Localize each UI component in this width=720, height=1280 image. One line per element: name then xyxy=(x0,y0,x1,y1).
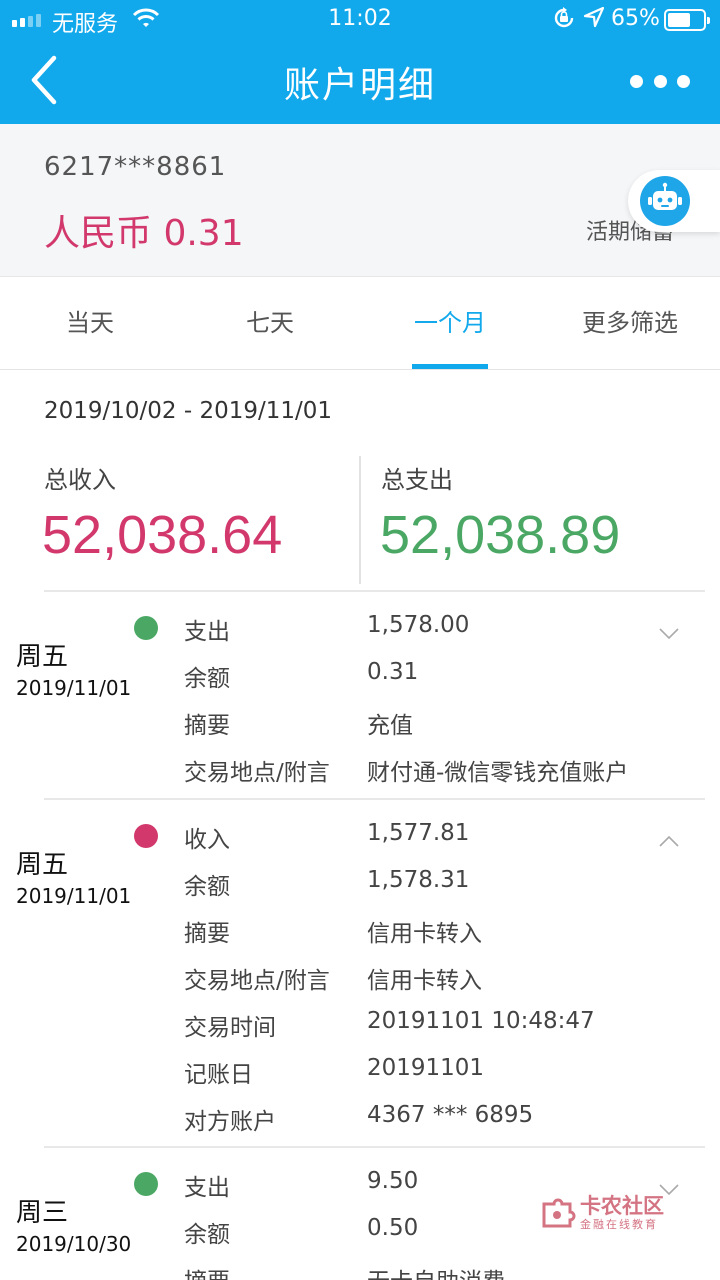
row-label: 交易时间 xyxy=(184,1015,276,1041)
account-balance: 人民币 0.31 xyxy=(44,213,244,254)
row-value: 无卡自助消费 xyxy=(367,1262,505,1280)
row-value: 1,578.31 xyxy=(367,867,470,893)
tab-label: 当天 xyxy=(66,309,114,337)
row-value: 充值 xyxy=(367,713,413,739)
record-row: 交易地点/附言 财付通-微信零钱充值账户 xyxy=(0,753,720,793)
total-expense-label: 总支出 xyxy=(381,466,453,494)
row-label: 支出 xyxy=(184,619,230,645)
record-row: 交易时间 20191101 10:48:47 xyxy=(0,1008,720,1048)
account-header: 6217***8861 人民币 0.31 活期储蓄 xyxy=(0,124,720,276)
record-row: 支出 1,578.00 xyxy=(0,612,720,652)
row-value: 20191101 xyxy=(367,1055,485,1081)
location-icon xyxy=(583,6,605,33)
tab-today[interactable]: 当天 xyxy=(0,277,180,369)
record-row: 记账日 20191101 xyxy=(0,1055,720,1095)
total-income-label: 总收入 xyxy=(44,466,116,494)
nav-bar: 账户明细 xyxy=(0,40,720,124)
tab-more-filters[interactable]: 更多筛选 xyxy=(540,277,720,369)
row-value: 0.31 xyxy=(367,659,419,685)
row-value: 0.50 xyxy=(367,1215,419,1241)
record-row: 摘要 无卡自助消费 xyxy=(0,1262,720,1280)
total-expense-value: 52,038.89 xyxy=(380,505,621,565)
row-label: 收入 xyxy=(184,827,230,853)
row-amount: 1,577.81 xyxy=(367,820,470,846)
row-label: 余额 xyxy=(184,666,230,692)
record-row: 摘要 信用卡转入 xyxy=(0,914,720,954)
record-divider xyxy=(44,1146,705,1148)
record-divider xyxy=(44,590,705,592)
row-label: 支出 xyxy=(184,1175,230,1201)
row-label: 交易地点/附言 xyxy=(184,760,330,786)
row-value: 4367 *** 6895 xyxy=(367,1102,534,1128)
row-value: 财付通-微信零钱充值账户 xyxy=(367,760,629,786)
robot-assistant-button[interactable] xyxy=(628,170,720,232)
tab-label: 七天 xyxy=(246,309,294,337)
record-row: 交易地点/附言 信用卡转入 xyxy=(0,961,720,1001)
row-label: 记账日 xyxy=(184,1062,253,1088)
tab-label: 一个月 xyxy=(414,309,486,337)
watermark-logo: 卡农社区 金融在线教育 xyxy=(540,1188,720,1238)
row-value: 20191101 10:48:47 xyxy=(367,1008,595,1034)
battery-icon xyxy=(664,9,710,31)
row-label: 余额 xyxy=(184,1222,230,1248)
record-row: 余额 1,578.31 xyxy=(0,867,720,907)
record-row: 余额 0.31 xyxy=(0,659,720,699)
transaction-record[interactable]: 周五 2019/11/01 收入 1,577.81 余额 1,578.31 摘要 信用… xyxy=(0,798,720,1148)
puzzle-logo-icon xyxy=(542,1198,576,1228)
record-divider xyxy=(44,798,705,800)
record-row: 收入 1,577.81 xyxy=(0,820,720,860)
tab-one-month[interactable]: 一个月 xyxy=(360,277,540,369)
transaction-record[interactable]: 周五 2019/11/01 支出 1,578.00 余额 0.31 摘要 充值 交易地… xyxy=(0,590,720,800)
row-label: 摘要 xyxy=(184,1262,230,1280)
active-tab-indicator xyxy=(412,364,488,369)
row-label: 摘要 xyxy=(184,713,230,739)
status-bar: 无服务 11:02 65% xyxy=(0,0,720,40)
page-title: 账户明细 xyxy=(283,65,436,106)
row-amount: 9.50 xyxy=(367,1168,419,1194)
total-income-value: 52,038.64 xyxy=(42,505,283,565)
tab-seven-days[interactable]: 七天 xyxy=(180,277,360,369)
record-row: 对方账户 4367 *** 6895 xyxy=(0,1102,720,1142)
summary-divider xyxy=(359,456,361,584)
watermark-slogan: 金融在线教育 xyxy=(580,1218,658,1231)
period-tabs: 当天 七天 一个月 更多筛选 xyxy=(0,276,720,370)
battery-percent: 65% xyxy=(611,6,660,31)
more-dots-icon[interactable] xyxy=(630,64,690,98)
row-label: 余额 xyxy=(184,874,230,900)
row-label: 摘要 xyxy=(184,921,230,947)
row-value: 信用卡转入 xyxy=(367,968,482,994)
row-label: 对方账户 xyxy=(184,1109,276,1135)
account-number: 6217***8861 xyxy=(44,152,227,182)
record-row: 摘要 充值 xyxy=(0,706,720,746)
rotation-lock-icon xyxy=(552,6,576,35)
row-label: 交易地点/附言 xyxy=(184,968,330,994)
robot-icon xyxy=(640,176,690,226)
row-amount: 1,578.00 xyxy=(367,612,470,638)
row-value: 信用卡转入 xyxy=(367,921,482,947)
tab-label: 更多筛选 xyxy=(582,309,678,337)
date-range: 2019/10/02 - 2019/11/01 xyxy=(44,398,333,424)
